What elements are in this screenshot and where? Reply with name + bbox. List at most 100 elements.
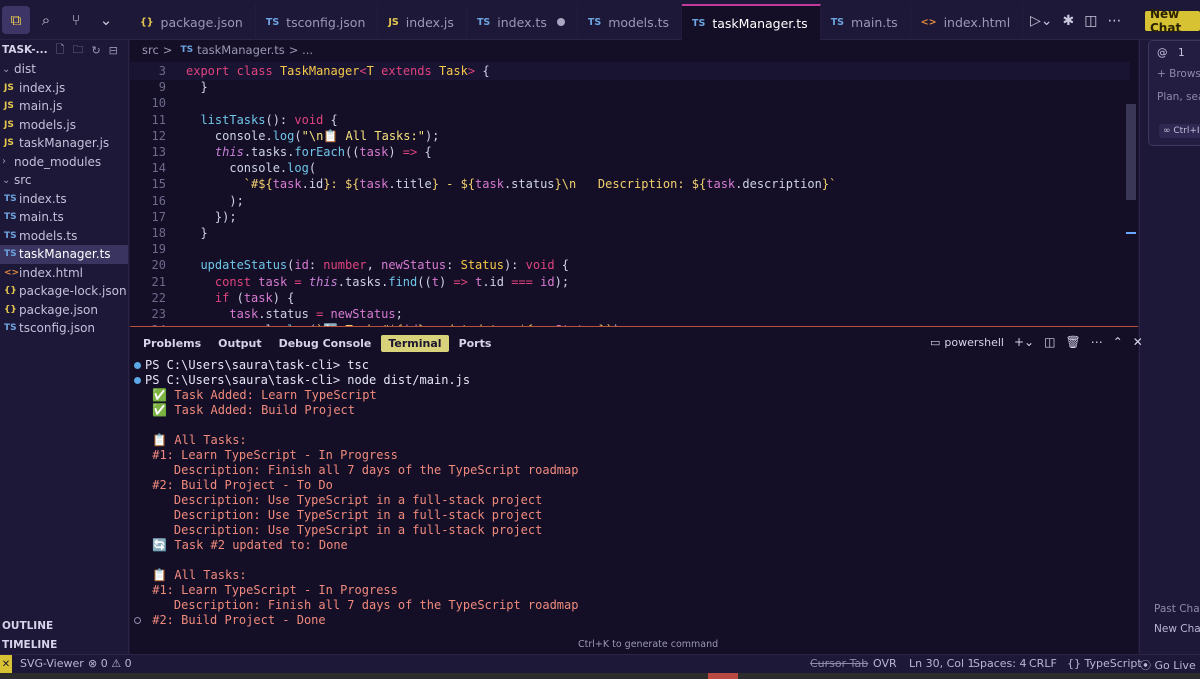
split-editor-icon[interactable]: ◫ (1084, 13, 1097, 29)
file-item[interactable]: TS tsconfig.json (0, 319, 128, 338)
run-icon[interactable]: ▷⌄ (1030, 13, 1053, 29)
tab-index-ts[interactable]: TS index.ts (467, 4, 578, 40)
source-control-icon[interactable]: ⑂ (62, 6, 90, 34)
close-panel-icon[interactable]: ✕ (1133, 335, 1143, 349)
breadcrumb-folder[interactable]: src (142, 43, 159, 57)
more-icon[interactable]: ⋯ (1107, 13, 1121, 29)
command-status-icon[interactable] (134, 362, 141, 369)
file-item[interactable]: {} package.json (0, 301, 128, 320)
tab-package-lock-json[interactable]: {}package-lock.json (1023, 4, 1030, 40)
command-status-icon[interactable] (134, 617, 141, 624)
new-file-icon[interactable]: 🗋 (56, 41, 65, 60)
collapse-icon[interactable]: ⊟ (109, 44, 118, 57)
chevron-down-icon[interactable]: ⌄ (92, 6, 120, 34)
code-line: 13 this.tasks.forEach((task) => { (130, 144, 1130, 160)
panel-tab-ports[interactable]: Ports (452, 335, 499, 352)
editor-scrollbar[interactable] (1126, 104, 1136, 200)
tab-package-json[interactable]: {} package.json (130, 4, 256, 40)
split-terminal-icon[interactable]: ◫ (1044, 335, 1055, 349)
remote-indicator[interactable]: ✕ (0, 655, 12, 674)
file-item[interactable]: TS index.ts (0, 190, 128, 209)
file-label: index.html (19, 265, 83, 280)
cursor-position[interactable]: Ln 30, Col 1 (909, 657, 975, 670)
language-label: TypeScript (1084, 657, 1142, 670)
file-item[interactable]: JS index.js (0, 79, 128, 98)
svg-viewer-item[interactable]: SVG-Viewer (20, 657, 84, 670)
new-chat-link[interactable]: New Chat (1154, 623, 1200, 635)
panel-tab-terminal[interactable]: Terminal (381, 334, 449, 352)
refresh-icon[interactable]: ↻ (91, 44, 100, 57)
folder-item[interactable]: ⌄ dist (0, 60, 128, 79)
unsaved-dot-icon[interactable] (556, 18, 565, 26)
folder-item[interactable]: › node_modules (0, 153, 128, 172)
line-number: 14 (151, 161, 166, 176)
code-line: 23 task.status = newStatus; (130, 306, 1130, 322)
file-item[interactable]: JS models.js (0, 116, 128, 135)
explorer-sidebar: TASK-... 🗋 🗀 ↻ ⊟ ⌄ dist JS index.js JS main.j… (0, 40, 129, 654)
panel-tab-problems[interactable]: Problems (136, 335, 208, 352)
tab-models-ts[interactable]: TS models.ts (578, 4, 683, 40)
file-item[interactable]: <> index.html (0, 264, 128, 283)
line-number: 19 (151, 242, 166, 257)
folder-item[interactable]: ⌄ src (0, 171, 128, 190)
tab-taskmanager-ts[interactable]: TS taskManager.ts (682, 4, 821, 40)
scrollbar-marker (1126, 232, 1136, 234)
ts-file-icon: TS (4, 212, 17, 223)
line-number: 18 (151, 226, 166, 240)
file-item[interactable]: {} package-lock.json (0, 282, 128, 301)
panel-tab-output[interactable]: Output (211, 335, 268, 352)
problems-count[interactable]: ⊗ 0 ⚠ 0 (88, 657, 132, 670)
panel-tab-debug-console[interactable]: Debug Console (272, 335, 379, 352)
new-chat-button[interactable]: New Chat (1145, 7, 1200, 35)
js-file-icon: JS (4, 82, 14, 93)
file-item[interactable]: JS taskManager.js (0, 134, 128, 153)
tab-label: taskManager.ts (712, 15, 808, 31)
command-status-icon[interactable] (134, 377, 141, 384)
code-line: 16 ); (130, 193, 1130, 209)
mention-icon[interactable]: @ (1157, 47, 1168, 59)
maximize-panel-icon[interactable]: ⌃ (1113, 335, 1123, 349)
cursor-tab-item[interactable]: Cursor Tab (810, 657, 868, 670)
browse-button[interactable]: + Brows (1157, 68, 1200, 80)
debug-icon[interactable]: ✱ (1063, 13, 1075, 29)
line-ending[interactable]: CRLF (1029, 657, 1057, 670)
taskbar-indicator (708, 673, 738, 679)
chat-input-box[interactable]: @ 1 + Brows Plan, sear ∞ Ctrl+I (1148, 40, 1200, 146)
search-icon[interactable]: ⌕ (32, 6, 60, 34)
panel-toolbar: ▭ powershell +⌄ ◫ 🗑 ⋯ ⌃ ✕ (930, 335, 1143, 349)
js-file-icon: JS (4, 138, 14, 149)
tab-index-js[interactable]: JS index.js (378, 4, 467, 40)
terminal-line: Description: Finish all 7 days of the Ty… (134, 598, 579, 613)
outline-section[interactable]: OUTLINE (0, 616, 129, 635)
breadcrumb-tail[interactable]: > ... (289, 43, 313, 57)
language-mode[interactable]: {} TypeScript (1067, 657, 1142, 670)
terminal-shell-selector[interactable]: ▭ powershell (930, 336, 1004, 349)
ts-file-icon: TS (265, 16, 280, 28)
file-label: package-lock.json (19, 284, 127, 299)
timeline-section[interactable]: TIMELINE (0, 635, 129, 654)
add-terminal-icon[interactable]: +⌄ (1014, 335, 1034, 349)
terminal-text: Description: Use TypeScript in a full-st… (145, 493, 543, 507)
editor-toolbar: ▷⌄ ✱ ◫ ⋯ (1030, 10, 1121, 32)
new-folder-icon[interactable]: 🗀 (72, 41, 83, 60)
file-tree: ⌄ dist JS index.js JS main.js JS models.js JS tas… (0, 60, 128, 338)
trash-icon[interactable]: 🗑 (1065, 335, 1080, 349)
file-item[interactable]: JS main.js (0, 97, 128, 116)
tab-label: index.js (405, 14, 454, 30)
code-line: 18 } (130, 225, 1130, 241)
indentation[interactable]: Spaces: 4 (973, 657, 1026, 670)
ts-file-icon: TS (830, 16, 845, 28)
past-chats-link[interactable]: Past Chats (1154, 603, 1200, 615)
ovr-item[interactable]: OVR (873, 657, 897, 670)
file-item[interactable]: TS taskManager.ts (0, 245, 128, 264)
more-icon[interactable]: ⋯ (1091, 335, 1103, 349)
tab-main-ts[interactable]: TS main.ts (821, 4, 911, 40)
code-editor[interactable]: 3 export class TaskManager<T extends Task… (130, 60, 1138, 326)
file-item[interactable]: TS main.ts (0, 208, 128, 227)
tab-index-html[interactable]: <> index.html (911, 4, 1024, 40)
file-item[interactable]: TS models.ts (0, 227, 128, 246)
explorer-icon[interactable]: ⧉ (2, 6, 30, 34)
tab-tsconfig-json[interactable]: TS tsconfig.json (256, 4, 379, 40)
breadcrumb-file[interactable]: taskManager.ts (197, 43, 285, 57)
go-live-button[interactable]: ⦿ Go Live (1140, 657, 1196, 673)
